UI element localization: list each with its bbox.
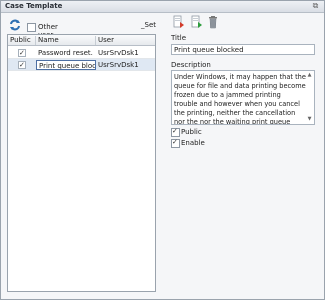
title-label: Title xyxy=(171,34,187,42)
name-cell[interactable]: Print queue blocked xyxy=(36,60,96,70)
detail-panel: Title Print queue blocked Description Un… xyxy=(169,15,319,285)
scroll-up-icon[interactable]: ▲ xyxy=(307,73,312,78)
public-checkbox[interactable] xyxy=(171,127,180,137)
column-header-name[interactable]: Name xyxy=(36,36,96,45)
template-grid: Public Name User Password reset. UsrSrvD… xyxy=(7,34,156,292)
description-label: Description xyxy=(171,61,211,69)
window-titlebar: Case Template ⧉ xyxy=(1,1,324,13)
case-template-window: Case Template ⧉ Other user _Set Public N… xyxy=(0,0,325,300)
delete-record-icon[interactable] xyxy=(172,15,184,29)
grid-header: Public Name User xyxy=(8,35,155,46)
window-title: Case Template xyxy=(5,2,63,10)
user-cell[interactable]: UsrSrvDsk1 xyxy=(96,60,155,70)
public-cell xyxy=(8,60,36,70)
public-label: Public xyxy=(181,128,202,136)
enable-checkbox[interactable] xyxy=(171,138,180,148)
set-label: _Set xyxy=(141,21,156,29)
column-header-public[interactable]: Public xyxy=(8,36,36,45)
row-public-checkbox[interactable] xyxy=(18,48,26,58)
table-row[interactable]: Password reset. UsrSrvDsk1 xyxy=(8,47,155,59)
other-user-checkbox[interactable] xyxy=(27,23,36,32)
row-public-checkbox[interactable] xyxy=(18,60,26,70)
refresh-icon[interactable] xyxy=(9,19,21,31)
restore-icon[interactable]: ⧉ xyxy=(311,2,320,10)
title-input[interactable]: Print queue blocked xyxy=(171,44,315,55)
column-header-user[interactable]: User xyxy=(96,36,155,45)
name-cell[interactable]: Password reset. xyxy=(36,48,96,58)
trash-icon[interactable] xyxy=(207,15,219,29)
user-cell[interactable]: UsrSrvDsk1 xyxy=(96,48,155,58)
save-record-icon[interactable] xyxy=(190,15,202,29)
description-textarea[interactable]: Under Windows, it may happen that the qu… xyxy=(171,70,315,125)
enable-label: Enable xyxy=(181,139,205,147)
description-text: Under Windows, it may happen that the qu… xyxy=(174,73,306,125)
public-cell xyxy=(8,48,36,58)
table-row[interactable]: Print queue blocked UsrSrvDsk1 xyxy=(8,59,155,71)
scroll-down-icon[interactable]: ▼ xyxy=(307,117,312,122)
